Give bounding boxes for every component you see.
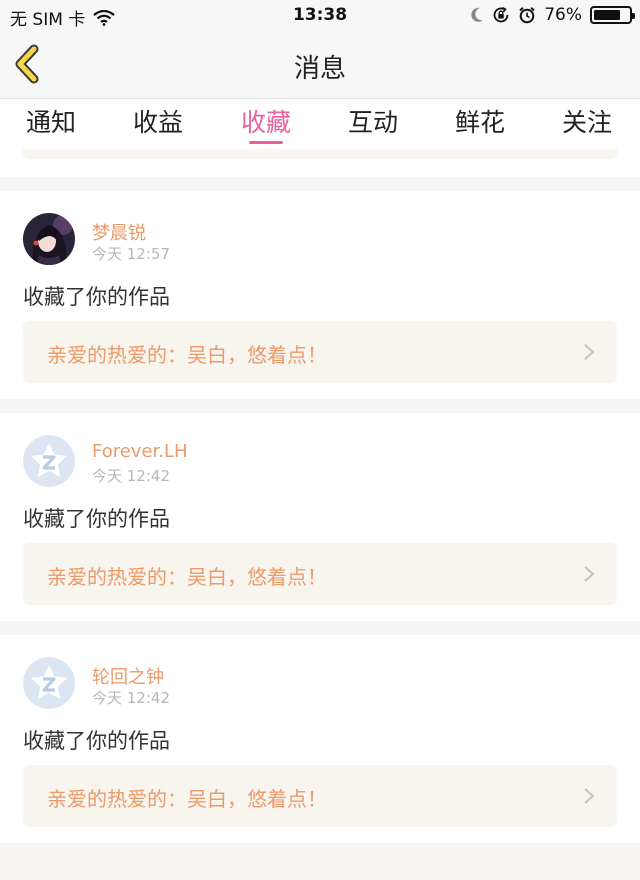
nav-bar: 消息	[0, 32, 640, 99]
list-item: 梦晨锐 今天 12:57 收藏了你的作品 亲爱的热爱的：吴白，悠着点！	[0, 191, 640, 399]
tab-notifications[interactable]: 通知	[1, 103, 101, 139]
alarm-icon	[519, 7, 535, 24]
work-title: 亲爱的热爱的：吴白，悠着点！	[47, 343, 327, 367]
battery-tip	[632, 13, 635, 19]
user-name[interactable]: Forever.LH	[92, 441, 188, 462]
timestamp: 今天 12:42	[92, 467, 170, 485]
default-avatar-icon	[23, 657, 75, 709]
timestamp: 今天 12:42	[92, 689, 170, 707]
work-link[interactable]: 亲爱的热爱的：吴白，悠着点！	[23, 765, 617, 827]
battery-percent: 76%	[544, 5, 582, 25]
tab-flowers[interactable]: 鲜花	[430, 103, 530, 139]
status-bar: 无 SIM 卡 13:38 76%	[0, 0, 640, 32]
action-text: 收藏了你的作品	[23, 507, 170, 531]
work-link[interactable]: 亲爱的热爱的：吴白，悠着点！	[23, 543, 617, 605]
work-link-partial[interactable]	[23, 149, 617, 159]
default-avatar-icon	[23, 435, 75, 487]
avatar[interactable]	[23, 657, 75, 709]
list-item: Forever.LH 今天 12:42 收藏了你的作品 亲爱的热爱的：吴白，悠着…	[0, 413, 640, 621]
work-title: 亲爱的热爱的：吴白，悠着点！	[47, 565, 327, 589]
status-right: 76%	[470, 5, 635, 25]
page-title: 消息	[293, 54, 346, 84]
timestamp: 今天 12:57	[92, 245, 170, 263]
favorites-list[interactable]: 梦晨锐 今天 12:57 收藏了你的作品 亲爱的热爱的：吴白，悠着点！ Fore…	[0, 149, 640, 880]
user-photo-icon	[23, 213, 75, 265]
work-title: 亲爱的热爱的：吴白，悠着点！	[47, 787, 327, 811]
list-item-partial	[0, 149, 640, 177]
user-name[interactable]: 梦晨锐	[92, 219, 146, 245]
tab-bar: 通知 收益 收藏 互动 鲜花 关注	[0, 99, 640, 149]
rotation-lock-icon	[493, 6, 509, 23]
tab-earnings[interactable]: 收益	[108, 103, 208, 139]
chevron-right-icon	[584, 566, 595, 582]
avatar[interactable]	[23, 213, 75, 265]
action-text: 收藏了你的作品	[23, 285, 170, 309]
user-name[interactable]: 轮回之钟	[92, 663, 164, 689]
list-item: 轮回之钟 今天 12:42 收藏了你的作品 亲爱的热爱的：吴白，悠着点！	[0, 635, 640, 843]
avatar[interactable]	[23, 435, 75, 487]
battery-icon	[590, 6, 635, 24]
chevron-right-icon	[584, 788, 595, 804]
moon-icon	[471, 7, 484, 22]
tab-favorites[interactable]: 收藏	[216, 103, 316, 139]
chevron-right-icon	[584, 344, 595, 360]
battery-level	[594, 10, 620, 20]
active-tab-indicator	[249, 141, 283, 144]
tab-following[interactable]: 关注	[537, 103, 637, 139]
tab-interactions[interactable]: 互动	[323, 103, 423, 139]
work-link[interactable]: 亲爱的热爱的：吴白，悠着点！	[23, 321, 617, 383]
action-text: 收藏了你的作品	[23, 729, 170, 753]
